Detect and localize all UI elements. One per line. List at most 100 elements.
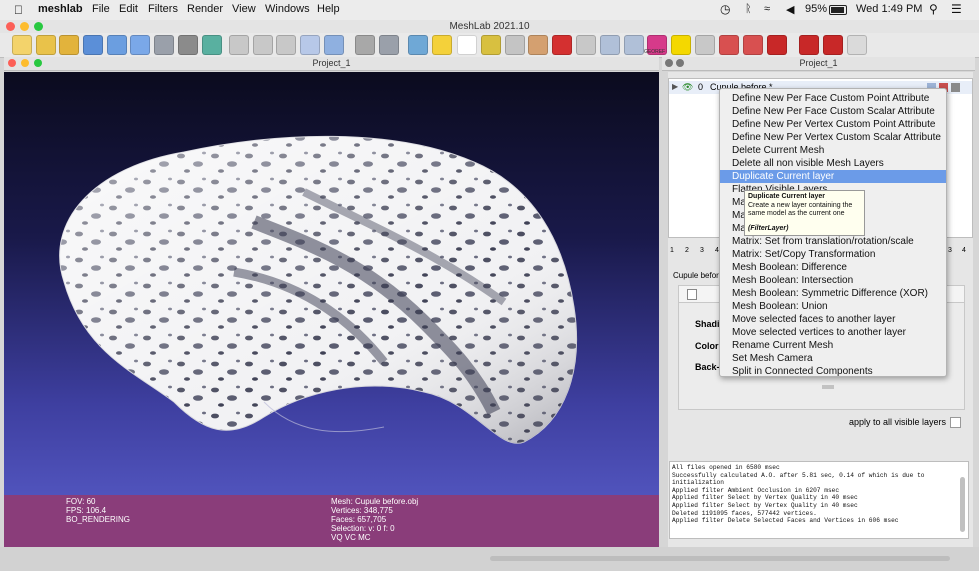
delete-icon[interactable] bbox=[767, 35, 787, 55]
left-project-title-bar: Project_1 bbox=[4, 57, 659, 71]
mesh-name-text: Mesh: Cupule before.obj bbox=[331, 497, 419, 506]
layer-number-3-right[interactable]: 3 bbox=[948, 247, 952, 254]
clock[interactable]: Wed 1:49 PM bbox=[856, 3, 922, 15]
delete-vertex-icon[interactable] bbox=[823, 35, 843, 55]
faces-text: Faces: 657,705 bbox=[331, 515, 387, 524]
menu-item-boolean-xor[interactable]: Mesh Boolean: Symmetric Difference (XOR) bbox=[720, 287, 946, 300]
annotation-icon[interactable] bbox=[432, 35, 452, 55]
tooltip-title: Duplicate Current layer bbox=[748, 193, 826, 200]
layer-number-4-right[interactable]: 4 bbox=[962, 247, 966, 254]
menu-item-delete-non-visible[interactable]: Delete all non visible Mesh Layers bbox=[720, 157, 946, 170]
menu-view[interactable]: View bbox=[232, 3, 256, 15]
apple-icon[interactable]:  bbox=[14, 3, 23, 17]
volume-icon[interactable]: ◀ bbox=[786, 3, 794, 16]
smooth-icon[interactable] bbox=[324, 35, 344, 55]
snapshot-icon[interactable] bbox=[154, 35, 174, 55]
vertices-text: Vertices: 348,775 bbox=[331, 506, 393, 515]
menu-item-matrix-copy[interactable]: Matrix: Set/Copy Transformation bbox=[720, 248, 946, 261]
globe-icon[interactable] bbox=[202, 35, 222, 55]
menu-item-define-vertex-scalar[interactable]: Define New Per Vertex Custom Scalar Attr… bbox=[720, 131, 946, 144]
menu-help[interactable]: Help bbox=[317, 3, 340, 15]
texture-icon[interactable] bbox=[355, 35, 375, 55]
menu-item-boolean-union[interactable]: Mesh Boolean: Union bbox=[720, 300, 946, 313]
wireframe-icon[interactable] bbox=[276, 35, 296, 55]
points-icon[interactable] bbox=[253, 35, 273, 55]
tooltip-footer: (FilterLayer) bbox=[748, 224, 789, 232]
menu-item-boolean-intersection[interactable]: Mesh Boolean: Intersection bbox=[720, 274, 946, 287]
menu-edit[interactable]: Edit bbox=[119, 3, 138, 15]
layers-icon[interactable] bbox=[178, 35, 198, 55]
menu-render[interactable]: Render bbox=[187, 3, 223, 15]
menu-item-move-vertices[interactable]: Move selected vertices to another layer bbox=[720, 326, 946, 339]
select-area-icon[interactable] bbox=[695, 35, 715, 55]
menu-item-rename-mesh[interactable]: Rename Current Mesh bbox=[720, 339, 946, 352]
menu-item-duplicate-layer[interactable]: Duplicate Current layer bbox=[720, 170, 946, 183]
menu-item-matrix-set[interactable]: Matrix: Set from translation/rotation/sc… bbox=[720, 235, 946, 248]
menu-item-set-camera[interactable]: Set Mesh Camera bbox=[720, 352, 946, 365]
apply-all-label: apply to all visible layers bbox=[849, 417, 947, 427]
menu-item-delete-mesh[interactable]: Delete Current Mesh bbox=[720, 144, 946, 157]
menu-filters[interactable]: Filters bbox=[148, 3, 178, 15]
flat-icon[interactable] bbox=[300, 35, 320, 55]
battery-percentage: 95% bbox=[805, 3, 828, 15]
menu-item-define-face-point[interactable]: Define New Per Face Custom Point Attribu… bbox=[720, 92, 946, 105]
3d-viewport[interactable] bbox=[4, 72, 659, 547]
bluetooth-icon[interactable]: ᚱ bbox=[745, 3, 752, 15]
control-center-icon[interactable]: ☰ bbox=[951, 2, 962, 16]
menu-item-define-vertex-point[interactable]: Define New Per Vertex Custom Point Attri… bbox=[720, 118, 946, 131]
open-folder-icon[interactable] bbox=[59, 35, 79, 55]
right-project-title-bar: Project_1 bbox=[662, 57, 975, 71]
log-line: Applied filter Select by Vertex Quality … bbox=[672, 501, 858, 509]
layer-number-1[interactable]: 1 bbox=[670, 247, 674, 254]
layer-number-3[interactable]: 3 bbox=[700, 247, 704, 254]
filter-tooltip: Duplicate Current layer Create a new lay… bbox=[744, 190, 865, 236]
align-icon[interactable] bbox=[576, 35, 596, 55]
delete-face-icon[interactable] bbox=[799, 35, 819, 55]
reload-icon[interactable] bbox=[83, 35, 103, 55]
time-machine-icon[interactable]: ◷ bbox=[720, 2, 730, 16]
menu-item-define-face-scalar[interactable]: Define New Per Face Custom Scalar Attrib… bbox=[720, 105, 946, 118]
save-icon[interactable] bbox=[130, 35, 150, 55]
horizontal-scrollbar[interactable] bbox=[490, 556, 950, 561]
menu-item-move-faces[interactable]: Move selected faces to another layer bbox=[720, 313, 946, 326]
open-icon[interactable] bbox=[36, 35, 56, 55]
reload-all-icon[interactable] bbox=[107, 35, 127, 55]
search-icon[interactable] bbox=[847, 35, 867, 55]
select-face-icon[interactable] bbox=[624, 35, 644, 55]
pick-icon[interactable] bbox=[481, 35, 501, 55]
bounding-box-icon[interactable] bbox=[229, 35, 249, 55]
app-menu[interactable]: meshlab bbox=[38, 3, 83, 15]
menu-windows[interactable]: Windows bbox=[265, 3, 310, 15]
fps-text: FPS: 106.4 bbox=[66, 506, 107, 515]
battery-icon[interactable] bbox=[829, 5, 847, 15]
log-line: All files opened in 6580 msec bbox=[672, 464, 780, 471]
document-icon bbox=[687, 289, 697, 300]
menu-file[interactable]: File bbox=[92, 3, 110, 15]
axis-icon[interactable] bbox=[379, 35, 399, 55]
visibility-eye-icon[interactable]: 👁 bbox=[682, 82, 693, 93]
macos-menu-bar:  meshlab File Edit Filters Render View … bbox=[0, 0, 979, 21]
sphere-icon[interactable] bbox=[408, 35, 428, 55]
new-project-icon[interactable] bbox=[12, 35, 32, 55]
spotlight-icon[interactable]: ⚲ bbox=[929, 2, 938, 16]
layer-info-icon[interactable] bbox=[951, 83, 960, 92]
select-vertex-icon[interactable] bbox=[600, 35, 620, 55]
menu-item-split-components[interactable]: Split in Connected Components bbox=[720, 365, 946, 378]
paint-icon[interactable] bbox=[528, 35, 548, 55]
resize-handle[interactable] bbox=[822, 385, 834, 389]
wifi-icon[interactable]: ≈ bbox=[764, 3, 770, 15]
menu-item-boolean-difference[interactable]: Mesh Boolean: Difference bbox=[720, 261, 946, 274]
layer-number-2[interactable]: 2 bbox=[685, 247, 689, 254]
select-brush-icon[interactable] bbox=[743, 35, 763, 55]
mutual-info-icon[interactable] bbox=[552, 35, 572, 55]
log-scrollbar[interactable] bbox=[960, 477, 965, 532]
camera-icon[interactable] bbox=[505, 35, 525, 55]
apply-all-checkbox[interactable] bbox=[950, 417, 961, 428]
expand-arrow-icon[interactable]: ▶ bbox=[672, 82, 678, 91]
measure-icon[interactable] bbox=[457, 35, 477, 55]
layer-index: 0 bbox=[698, 82, 704, 92]
log-console[interactable]: All files opened in 6580 msec Successful… bbox=[669, 461, 969, 539]
info-icon[interactable] bbox=[671, 35, 691, 55]
select-connected-icon[interactable] bbox=[719, 35, 739, 55]
tooltip-body-line: same model as the current one bbox=[748, 210, 845, 217]
